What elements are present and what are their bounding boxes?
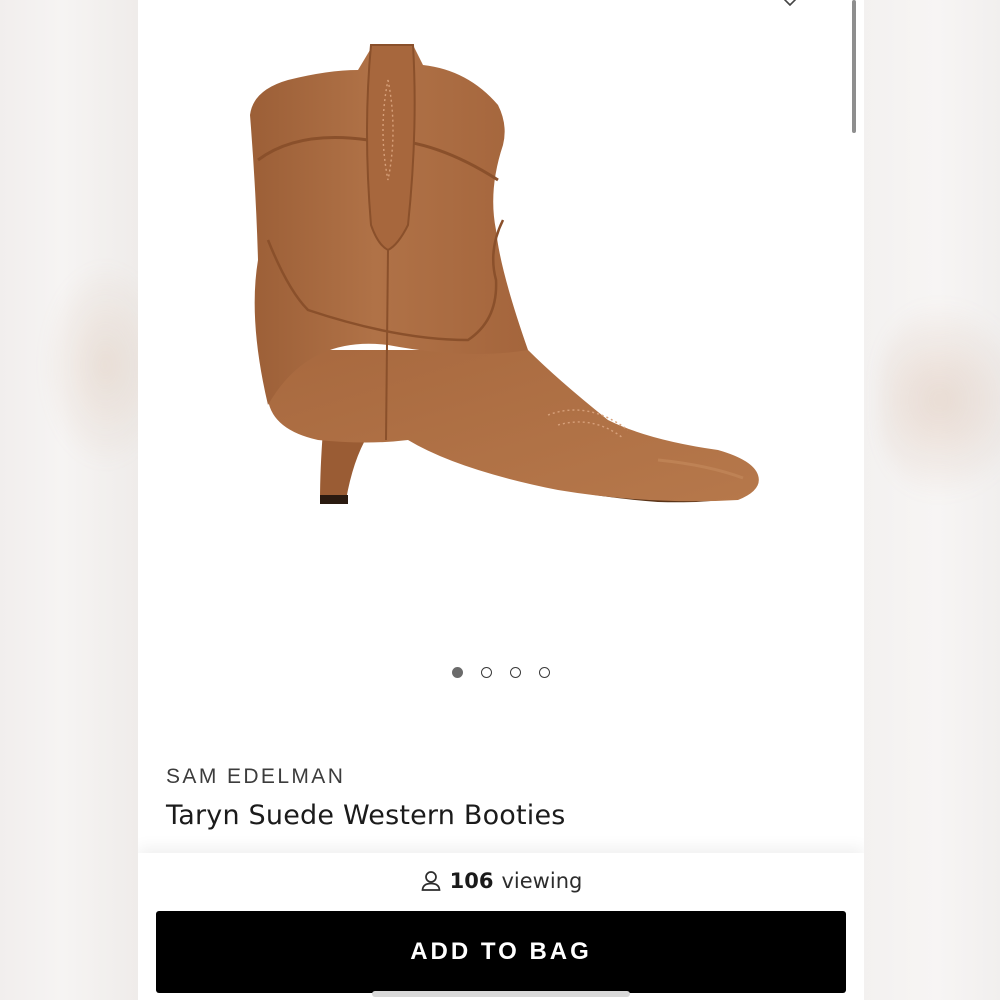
blurred-background-right	[862, 0, 1000, 1000]
product-page: SAM EDELMAN Taryn Suede Western Booties …	[138, 0, 864, 1000]
carousel-dot-3[interactable]	[510, 667, 521, 678]
viewing-label: viewing	[501, 869, 583, 893]
carousel-dot-4[interactable]	[539, 667, 550, 678]
brand-name[interactable]: SAM EDELMAN	[166, 765, 345, 789]
viewing-indicator: 106 viewing	[138, 869, 864, 893]
home-indicator[interactable]	[372, 991, 630, 997]
image-carousel-dots	[138, 667, 864, 678]
blurred-background-left	[0, 0, 170, 1000]
screenshot-stage: SAM EDELMAN Taryn Suede Western Booties …	[0, 0, 1000, 1000]
product-image[interactable]	[228, 20, 768, 540]
carousel-dot-1[interactable]	[452, 667, 463, 678]
person-icon	[421, 871, 441, 891]
product-title: Taryn Suede Western Booties	[166, 800, 566, 831]
carousel-dot-2[interactable]	[481, 667, 492, 678]
sticky-purchase-bar: 106 viewing ADD TO BAG	[138, 853, 864, 1000]
wishlist-heart-icon[interactable]	[782, 0, 798, 6]
viewing-count: 106	[449, 869, 494, 893]
blurred-shoe-right	[880, 300, 1000, 500]
scrollbar[interactable]	[852, 0, 856, 133]
add-to-bag-button[interactable]: ADD TO BAG	[156, 911, 846, 993]
